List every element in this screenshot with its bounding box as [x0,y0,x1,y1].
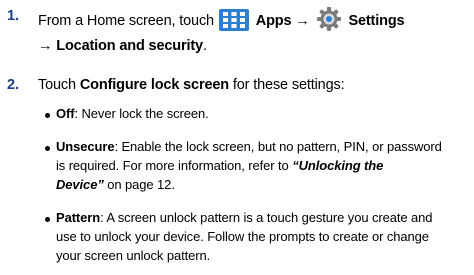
bullet-pattern-line-1: Pattern: A screen unlock pattern is a to… [56,209,433,228]
unsecure-reference-b: Device” [56,177,104,192]
unsecure-text-1: : Enable the lock screen, but no pattern… [114,139,442,154]
step-1-period: . [202,38,207,54]
arrow-1: → [295,13,310,29]
step-1-line-2: → Location and security. [38,36,207,56]
arrow-2: → [38,38,53,54]
unsecure-term: Unsecure [56,139,115,154]
bullet-dot [45,217,50,222]
step-2-text-a: Touch [38,77,76,93]
settings-gear-icon [316,6,342,32]
off-text: : Never lock the screen. [74,106,209,121]
pattern-text-1: : A screen unlock pattern is a touch ges… [100,210,433,225]
off-term: Off [56,106,75,121]
step-2-line: Touch Configure lock screen for these se… [38,75,345,95]
apps-grid-icon [218,9,249,31]
step-1-text: From a Home screen, touch [38,13,214,29]
step-1-line-1: From a Home screen, touch Apps → Setting… [38,6,405,32]
bullet-pattern-line-2: use to unlock your device. Follow the pr… [56,229,429,244]
settings-label: Settings [348,13,405,29]
pattern-term: Pattern [56,210,101,225]
unsecure-page-ref: on page 12. [107,177,175,192]
step-2-text-b: for these settings: [232,77,345,93]
configure-label: Configure lock screen [79,77,229,93]
manual-page: 1. From a Home screen, touch Apps → Sett… [0,0,474,275]
bullet-off: Off: Never lock the screen. [56,105,209,124]
step-2-number: 2. [7,77,20,93]
bullet-unsecure-line-1: Unsecure: Enable the lock screen, but no… [56,138,442,157]
bullet-pattern-line-3: your screen unlock pattern. [56,248,211,263]
unsecure-reference-a: “Unlocking the [292,158,384,173]
apps-label: Apps [255,13,292,29]
bullet-dot [45,113,50,118]
bullet-dot [45,146,50,151]
step-1-number: 1. [7,8,20,24]
unsecure-text-2: is required. For more information, refer… [56,158,289,173]
bullet-unsecure-line-2: is required. For more information, refer… [56,157,383,176]
bullet-unsecure-line-3: Device” on page 12. [56,176,175,195]
location-label: Location and security [56,38,203,54]
